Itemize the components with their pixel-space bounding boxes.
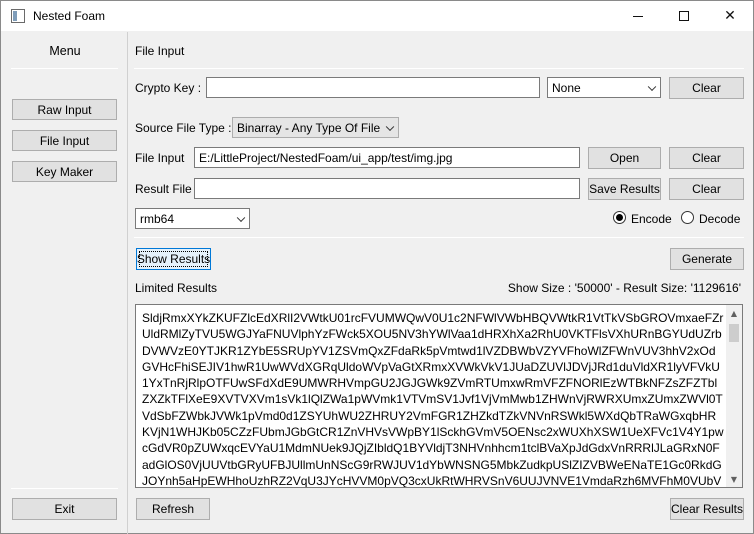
encoding-value: rmb64 xyxy=(140,211,175,226)
menu-separator-bottom xyxy=(11,488,118,489)
maximize-button[interactable] xyxy=(661,1,707,31)
results-scrollbar[interactable]: ▲ ▼ xyxy=(726,305,742,487)
menu-title: Menu xyxy=(49,44,81,58)
encode-label: Encode xyxy=(631,212,672,226)
sidebar-divider xyxy=(127,32,128,534)
source-type-select[interactable]: Binarray - Any Type Of File xyxy=(232,117,399,138)
crypto-key-label: Crypto Key : xyxy=(135,81,202,95)
show-results-button[interactable]: Show Results xyxy=(136,248,211,270)
source-type-label: Source File Type : xyxy=(135,121,232,135)
crypto-mode-value: None xyxy=(552,80,581,95)
file-input-path[interactable]: E:/LittleProject/NestedFoam/ui_app/test/… xyxy=(194,147,580,168)
file-input-label: File Input xyxy=(135,151,185,165)
open-button[interactable]: Open xyxy=(588,147,661,169)
limited-results-label: Limited Results xyxy=(135,281,218,295)
app-window: Nested Foam ✕ Menu Raw Input File Input … xyxy=(0,0,754,534)
exit-button[interactable]: Exit xyxy=(12,498,117,520)
size-info: Show Size : '50000' - Result Size: '1129… xyxy=(507,281,741,295)
scroll-up-icon[interactable]: ▲ xyxy=(726,305,742,321)
chevron-down-icon xyxy=(647,82,657,91)
scroll-thumb[interactable] xyxy=(729,324,739,342)
sidebar: Menu Raw Input File Input Key Maker Exit xyxy=(2,32,126,534)
refresh-button[interactable]: Refresh xyxy=(136,498,210,520)
save-results-button[interactable]: Save Results xyxy=(588,178,661,200)
file-input-clear-button[interactable]: Clear xyxy=(669,147,744,169)
source-type-value: Binarray - Any Type Of File xyxy=(237,120,381,135)
key-maker-button[interactable]: Key Maker xyxy=(12,161,117,182)
maximize-icon xyxy=(679,11,689,21)
clear-results-button[interactable]: Clear Results xyxy=(670,498,744,520)
result-file-clear-button[interactable]: Clear xyxy=(669,178,744,200)
section-title: File Input xyxy=(135,44,185,58)
crypto-key-input[interactable] xyxy=(206,77,540,98)
scroll-down-icon[interactable]: ▼ xyxy=(726,471,742,487)
decode-label: Decode xyxy=(699,212,741,226)
title-bar: Nested Foam ✕ xyxy=(1,1,753,31)
encoding-select[interactable]: rmb64 xyxy=(135,208,250,229)
options-separator xyxy=(134,237,744,238)
window-title: Nested Foam xyxy=(33,9,106,23)
result-file-label: Result File xyxy=(135,182,192,196)
chevron-down-icon xyxy=(236,213,246,222)
encode-radio[interactable] xyxy=(613,211,626,224)
results-text: SldjRmxXYkZKUFZlcEdXRlI2VWtkU01rcFVUMWQw… xyxy=(142,311,724,488)
crypto-key-clear-button[interactable]: Clear xyxy=(669,77,744,99)
app-icon xyxy=(11,9,25,23)
section-separator xyxy=(134,68,744,69)
minimize-button[interactable] xyxy=(615,1,661,31)
close-icon: ✕ xyxy=(724,8,736,24)
generate-button[interactable]: Generate xyxy=(670,248,744,270)
close-button[interactable]: ✕ xyxy=(707,1,753,31)
menu-separator-top xyxy=(11,68,118,69)
minimize-icon xyxy=(633,15,643,17)
crypto-mode-select[interactable]: None xyxy=(547,77,661,98)
file-input-button[interactable]: File Input xyxy=(12,130,117,151)
results-textarea[interactable]: SldjRmxXYkZKUFZlcEdXRlI2VWtkU01rcFVUMWQw… xyxy=(135,304,743,488)
chevron-down-icon xyxy=(385,122,395,131)
decode-radio[interactable] xyxy=(681,211,694,224)
result-file-path[interactable] xyxy=(194,178,580,199)
raw-input-button[interactable]: Raw Input xyxy=(12,99,117,120)
